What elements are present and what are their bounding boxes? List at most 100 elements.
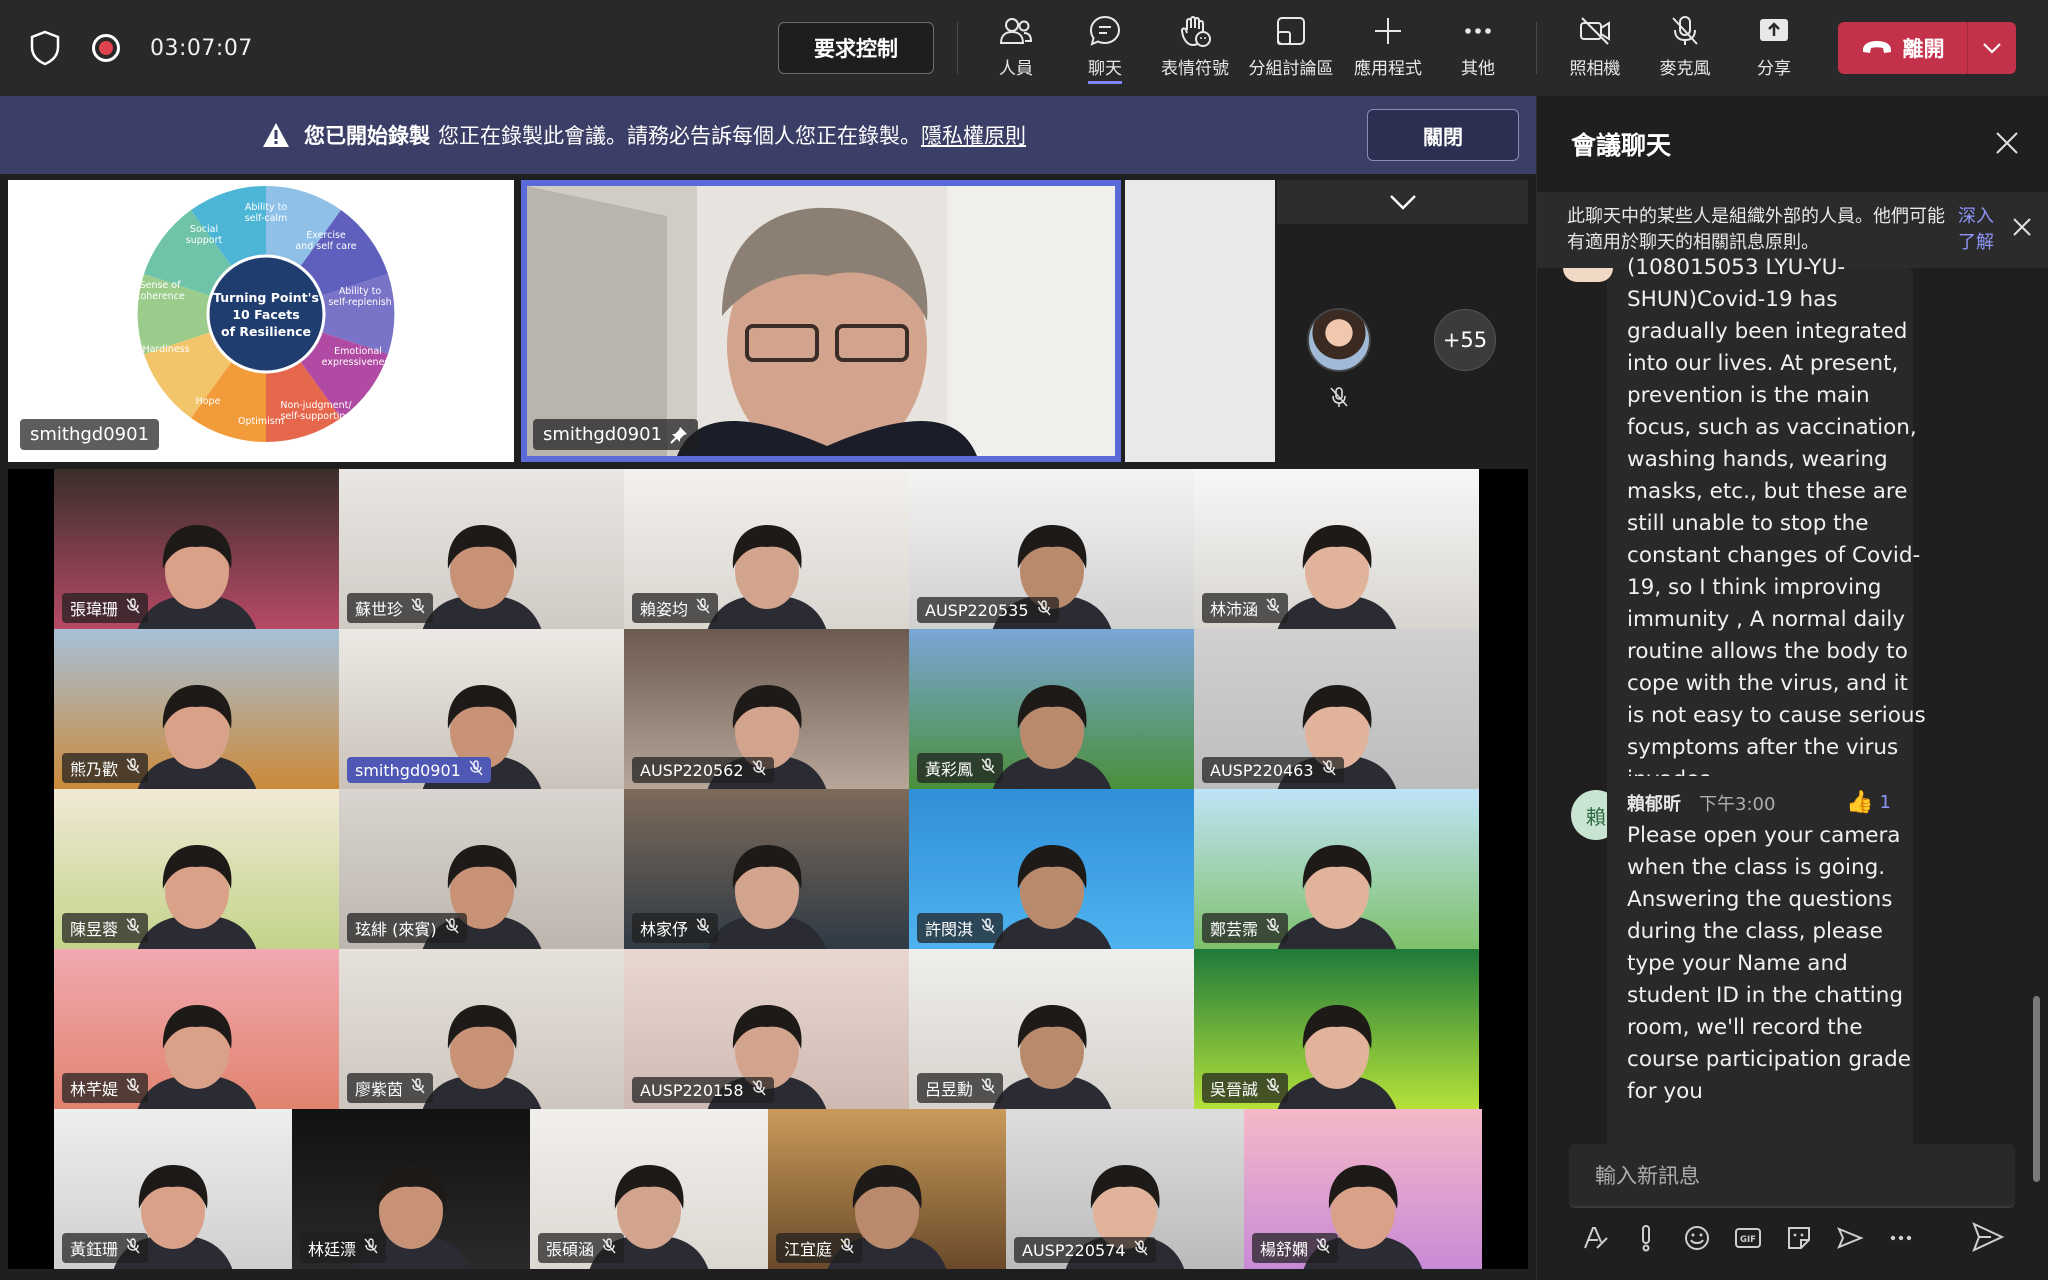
participant-tile[interactable]: 楊舒嫻: [1244, 1109, 1482, 1269]
more-options-button[interactable]: [1883, 1220, 1919, 1256]
participant-tile[interactable]: 熊乃歡: [54, 629, 339, 789]
participant-name: AUSP220463: [1202, 757, 1344, 783]
shared-content-tile[interactable]: Turning Point's 10 Facets of Resilience …: [8, 180, 514, 462]
close-icon[interactable]: [2011, 216, 2033, 238]
people-icon: [999, 18, 1033, 44]
message-sender: 賴郁昕: [1627, 794, 1681, 815]
hang-up-icon: [1862, 41, 1891, 53]
learn-more-link[interactable]: 深入了解: [1958, 204, 2002, 256]
participant-tile[interactable]: 吳晉誠: [1194, 949, 1479, 1109]
participant-tile[interactable]: 黃彩鳳: [909, 629, 1194, 789]
emoji-button[interactable]: [1679, 1220, 1715, 1256]
participant-tile[interactable]: 賴姿均: [624, 469, 909, 629]
message-input[interactable]: 輸入新訊息: [1569, 1144, 2015, 1208]
people-button[interactable]: 人員: [971, 14, 1061, 84]
participant-tile[interactable]: 黃鈺珊: [54, 1109, 292, 1269]
mic-off-icon: [469, 760, 483, 780]
participant-tile[interactable]: 蘇世珍: [339, 469, 624, 629]
participant-tile[interactable]: smithgd0901: [339, 629, 624, 789]
participant-gallery: 張瑋珊 蘇世珍 賴姿均 AUSP220535 林沛涵 熊乃歡 smithgd0901 AUSP…: [8, 469, 1528, 1269]
participant-name-text: AUSP220562: [640, 760, 744, 780]
participant-name: AUSP220562: [632, 757, 774, 783]
more-icon: [1890, 1235, 1912, 1241]
close-icon[interactable]: [1994, 130, 2020, 156]
svg-text:expressiveness: expressiveness: [322, 357, 395, 368]
participant-tile[interactable]: AUSP220535: [909, 469, 1194, 629]
svg-text:and self care: and self care: [295, 241, 356, 252]
more-icon: [1465, 28, 1491, 34]
participant-name-text: 江宜庭: [784, 1240, 833, 1259]
reaction-badge[interactable]: 👍 1: [1846, 790, 1891, 815]
participant-tile[interactable]: 玹緋 (來賓): [339, 789, 624, 949]
important-button[interactable]: [1628, 1220, 1664, 1256]
request-control-button[interactable]: 要求控制: [778, 22, 934, 74]
avatar[interactable]: [1307, 308, 1371, 372]
banner-close-button[interactable]: 關閉: [1367, 109, 1519, 161]
mic-off-icon: [126, 758, 140, 778]
participant-name-text: 林家伃: [640, 920, 689, 939]
mic-off-icon: [1266, 1078, 1280, 1098]
more-button[interactable]: 其他: [1433, 14, 1523, 84]
svg-text:self-calm: self-calm: [245, 213, 288, 224]
participant-name-text: 林廷漂: [308, 1240, 357, 1259]
schedule-meeting-button[interactable]: [1832, 1220, 1868, 1256]
participant-tile[interactable]: 陳昱蓉: [54, 789, 339, 949]
chat-scrollbar[interactable]: [2033, 996, 2040, 1182]
participant-tile[interactable]: 許閔淇: [909, 789, 1194, 949]
reactions-button[interactable]: 表情符號: [1150, 14, 1240, 84]
breakout-rooms-icon: [1277, 17, 1305, 45]
svg-text:Hope: Hope: [196, 396, 221, 407]
share-button[interactable]: 分享: [1729, 14, 1819, 84]
chat-message[interactable]: 賴郁昕 下午3:00 👍 1 Please open your camera w…: [1607, 776, 1913, 1188]
participant-tile[interactable]: 林沛涵: [1194, 469, 1479, 629]
participant-tile[interactable]: 林廷漂: [292, 1109, 530, 1269]
mic-off-icon: [1322, 760, 1336, 780]
participant-name-text: 玹緋 (來賓): [355, 920, 437, 939]
participant-tile[interactable]: AUSP220463: [1194, 629, 1479, 789]
more-participants-button[interactable]: +55: [1434, 309, 1496, 371]
chat-button[interactable]: 聊天: [1060, 14, 1150, 84]
camera-toggle[interactable]: 照相機: [1550, 14, 1640, 84]
gif-icon: GIF: [1735, 1228, 1761, 1248]
gif-button[interactable]: GIF: [1730, 1220, 1766, 1256]
participant-name: 熊乃歡: [62, 753, 149, 783]
participant-name-text: AUSP220463: [1210, 760, 1314, 780]
sticker-icon: [1788, 1227, 1810, 1249]
participant-tile[interactable]: AUSP220562: [624, 629, 909, 789]
participant-tile[interactable]: 呂昱勳: [909, 949, 1194, 1109]
participant-tile[interactable]: AUSP220158: [624, 949, 909, 1109]
participant-tile[interactable]: AUSP220574: [1006, 1109, 1244, 1269]
chevron-down-icon: [1983, 43, 2001, 54]
participant-tile[interactable]: 張瑋珊: [54, 469, 339, 629]
leave-main[interactable]: 離開: [1838, 33, 1967, 63]
apps-button[interactable]: 應用程式: [1343, 14, 1433, 84]
participant-tile[interactable]: 林家伃: [624, 789, 909, 949]
breakout-rooms-button[interactable]: 分組討論區: [1246, 14, 1336, 84]
microphone-toggle[interactable]: 麥克風: [1640, 14, 1730, 84]
reactions-icon: [1180, 16, 1211, 47]
participant-tile[interactable]: 林芊媞: [54, 949, 339, 1109]
collapse-button[interactable]: [1277, 180, 1528, 224]
meeting-status: 03:07:07: [28, 0, 253, 96]
participant-name-text: 呂昱勳: [925, 1080, 974, 1099]
mic-off-icon: [1266, 598, 1280, 618]
participant-tile[interactable]: 廖紫茵: [339, 949, 624, 1109]
participant-name: 鄭芸霈: [1202, 913, 1289, 943]
send-icon[interactable]: [1971, 1220, 2005, 1254]
privacy-policy-link[interactable]: 隱私權原則: [921, 124, 1026, 148]
chat-message[interactable]: (108015053 LYU-YU-SHUN)Covid-19 has grad…: [1607, 255, 1926, 844]
active-speaker-tile[interactable]: smithgd0901: [521, 180, 1121, 462]
message-header: 賴郁昕 下午3:00: [1627, 790, 1775, 816]
svg-text:Hardiness: Hardiness: [142, 344, 189, 355]
format-button[interactable]: [1577, 1220, 1613, 1256]
participant-tile[interactable]: 鄭芸霈: [1194, 789, 1479, 949]
compose-toolbar: GIF: [1577, 1220, 2027, 1260]
participant-tile[interactable]: 張碩涵: [530, 1109, 768, 1269]
sticker-button[interactable]: [1781, 1220, 1817, 1256]
leave-options-button[interactable]: [1968, 42, 2016, 54]
participant-name: 林沛涵: [1202, 593, 1289, 623]
leave-button[interactable]: 離開: [1838, 22, 2016, 74]
participant-tile[interactable]: 江宜庭: [768, 1109, 1006, 1269]
video-tile: [1125, 180, 1275, 462]
participant-name: 吳晉誠: [1202, 1073, 1289, 1103]
